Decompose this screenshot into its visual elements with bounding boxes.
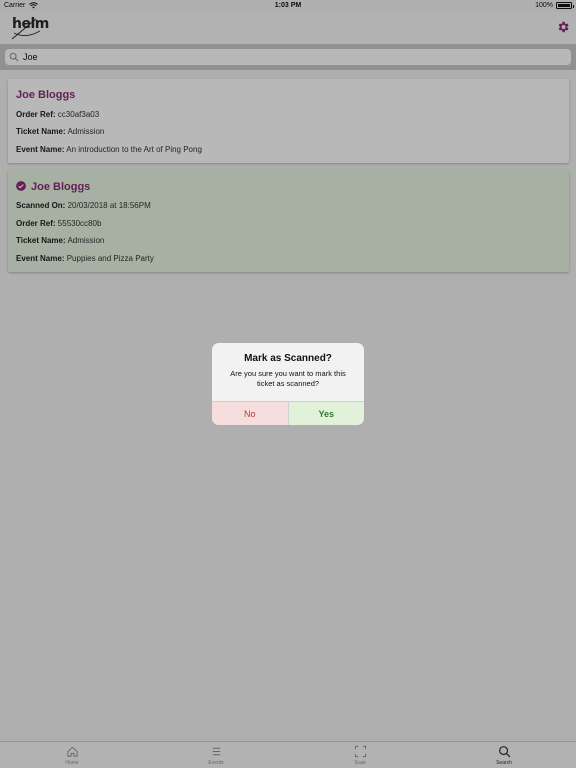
- app-root: Carrier 1:03 PM 100% helm Joe Joe Bloggs…: [0, 0, 576, 768]
- dialog-actions: No Yes: [212, 401, 364, 425]
- no-button[interactable]: No: [212, 402, 289, 425]
- dialog-message: Are you sure you want to mark this ticke…: [230, 369, 346, 388]
- yes-button[interactable]: Yes: [288, 402, 364, 425]
- dialog-title: Mark as Scanned?: [244, 353, 332, 364]
- confirm-dialog: Mark as Scanned? Are you sure you want t…: [212, 343, 364, 425]
